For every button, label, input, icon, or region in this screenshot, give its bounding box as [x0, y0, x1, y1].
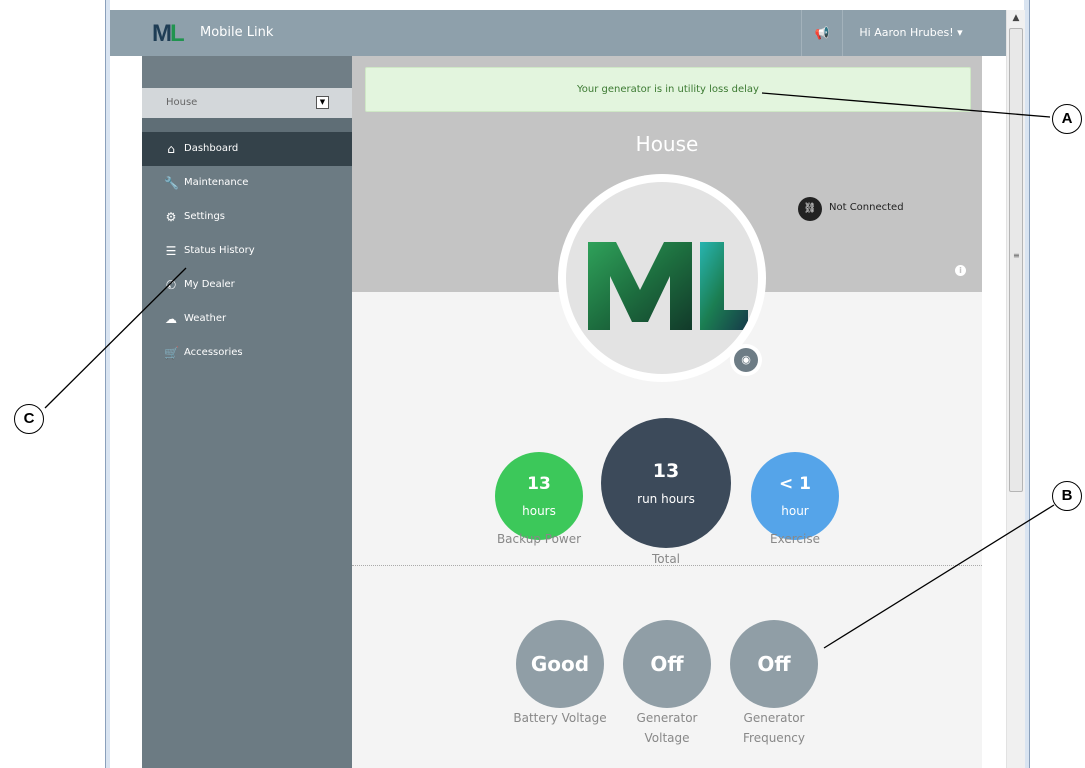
- backup-power-label: Backup Power: [496, 532, 582, 546]
- generator-avatar: ◉: [558, 174, 766, 382]
- app-logo[interactable]: ML: [152, 20, 185, 48]
- sidebar-nav: ⌂ Dashboard 🔧 Maintenance ⚙ Settings ☰ S…: [142, 132, 352, 370]
- generator-frequency-label: Generator Frequency: [743, 711, 805, 745]
- sidebar: House ▼ ⌂ Dashboard 🔧 Maintenance ⚙ Sett…: [142, 56, 352, 768]
- user-menu[interactable]: Hi Aaron Hrubes! ▾: [842, 10, 979, 56]
- sidebar-item-label: Dashboard: [184, 143, 239, 154]
- sidebar-item-label: Accessories: [184, 347, 243, 358]
- camera-icon: ◉: [734, 348, 758, 372]
- brand-name[interactable]: Mobile Link: [200, 25, 273, 40]
- sidebar-item-label: My Dealer: [184, 279, 235, 290]
- page-scrollbar[interactable]: ▲ ≡: [1006, 10, 1025, 768]
- backup-power-value: 13: [527, 474, 551, 494]
- connection-status: Not Connected: [829, 202, 904, 213]
- wrench-icon: 🔧: [164, 176, 179, 190]
- status-alert-text: Your generator is in utility loss delay: [577, 84, 759, 95]
- announcement-button[interactable]: 📢: [801, 10, 842, 56]
- generator-frequency-status: Off: [730, 620, 818, 708]
- total-run-hours-unit: run hours: [637, 492, 695, 506]
- gears-icon: ⚙: [165, 210, 177, 224]
- exercise-label: Exercise: [770, 532, 820, 546]
- change-photo-button[interactable]: ◉: [730, 344, 762, 376]
- dropdown-arrow-icon[interactable]: ▼: [316, 96, 329, 109]
- exercise-value: < 1: [779, 474, 811, 494]
- megaphone-icon: 📢: [814, 26, 830, 40]
- sidebar-item-label: Settings: [184, 211, 226, 222]
- generator-name: House: [635, 132, 699, 156]
- sidebar-item-weather[interactable]: ☁ Weather: [142, 302, 352, 336]
- generator-select[interactable]: House ▼: [142, 88, 352, 118]
- list-icon: ☰: [165, 244, 177, 258]
- generator-voltage-label: Generator Voltage: [636, 711, 698, 745]
- generator-voltage-status: Off: [623, 620, 711, 708]
- total-run-hours-stat: 13 run hours: [601, 418, 731, 548]
- sidebar-item-status-history[interactable]: ☰ Status History: [142, 234, 352, 268]
- top-navbar: ML Mobile Link 📢 Hi Aaron Hrubes! ▾: [110, 10, 1006, 56]
- section-divider: [352, 565, 982, 566]
- info-icon[interactable]: i: [955, 265, 966, 276]
- sidebar-item-label: Weather: [184, 313, 227, 324]
- sidebar-item-label: Status History: [184, 245, 255, 256]
- status-alert: Your generator is in utility loss delay: [365, 67, 971, 112]
- sidebar-item-my-dealer[interactable]: ✆ My Dealer: [142, 268, 352, 302]
- backup-power-stat: 13 hours: [495, 452, 583, 540]
- grip-icon: ≡: [1013, 251, 1020, 260]
- exercise-stat: < 1 hour: [751, 452, 839, 540]
- battery-voltage-label: Battery Voltage: [513, 711, 607, 725]
- scroll-up-arrow-icon[interactable]: ▲: [1007, 10, 1025, 26]
- exercise-unit: hour: [781, 504, 809, 518]
- sidebar-item-maintenance[interactable]: 🔧 Maintenance: [142, 166, 352, 200]
- scroll-thumb[interactable]: ≡: [1009, 28, 1023, 492]
- battery-voltage-status: Good: [516, 620, 604, 708]
- sidebar-item-dashboard[interactable]: ⌂ Dashboard: [142, 132, 352, 166]
- total-run-hours-value: 13: [652, 460, 680, 482]
- phone-icon: ✆: [165, 278, 177, 292]
- window-frame-left: [105, 0, 110, 768]
- total-label: Total: [651, 552, 681, 566]
- sidebar-header: [142, 56, 352, 88]
- main-content: Your generator is in utility loss delay …: [352, 56, 982, 768]
- callout-c: C: [14, 404, 44, 434]
- backup-power-unit: hours: [522, 504, 556, 518]
- user-greeting: Hi Aaron Hrubes! ▾: [859, 26, 963, 39]
- generator-select-value: House: [166, 97, 198, 108]
- callout-b: B: [1052, 481, 1082, 511]
- home-icon: ⌂: [167, 142, 175, 156]
- sidebar-item-label: Maintenance: [184, 177, 249, 188]
- disconnected-link-icon: ⛓: [798, 197, 822, 221]
- avatar-image: [566, 182, 758, 374]
- sidebar-separator: [142, 118, 352, 132]
- sidebar-item-settings[interactable]: ⚙ Settings: [142, 200, 352, 234]
- mobile-link-logo-icon: [588, 242, 748, 330]
- callout-a: A: [1052, 104, 1082, 134]
- cart-icon: 🛒: [164, 346, 179, 360]
- sidebar-item-accessories[interactable]: 🛒 Accessories: [142, 336, 352, 370]
- cloud-icon: ☁: [165, 312, 177, 326]
